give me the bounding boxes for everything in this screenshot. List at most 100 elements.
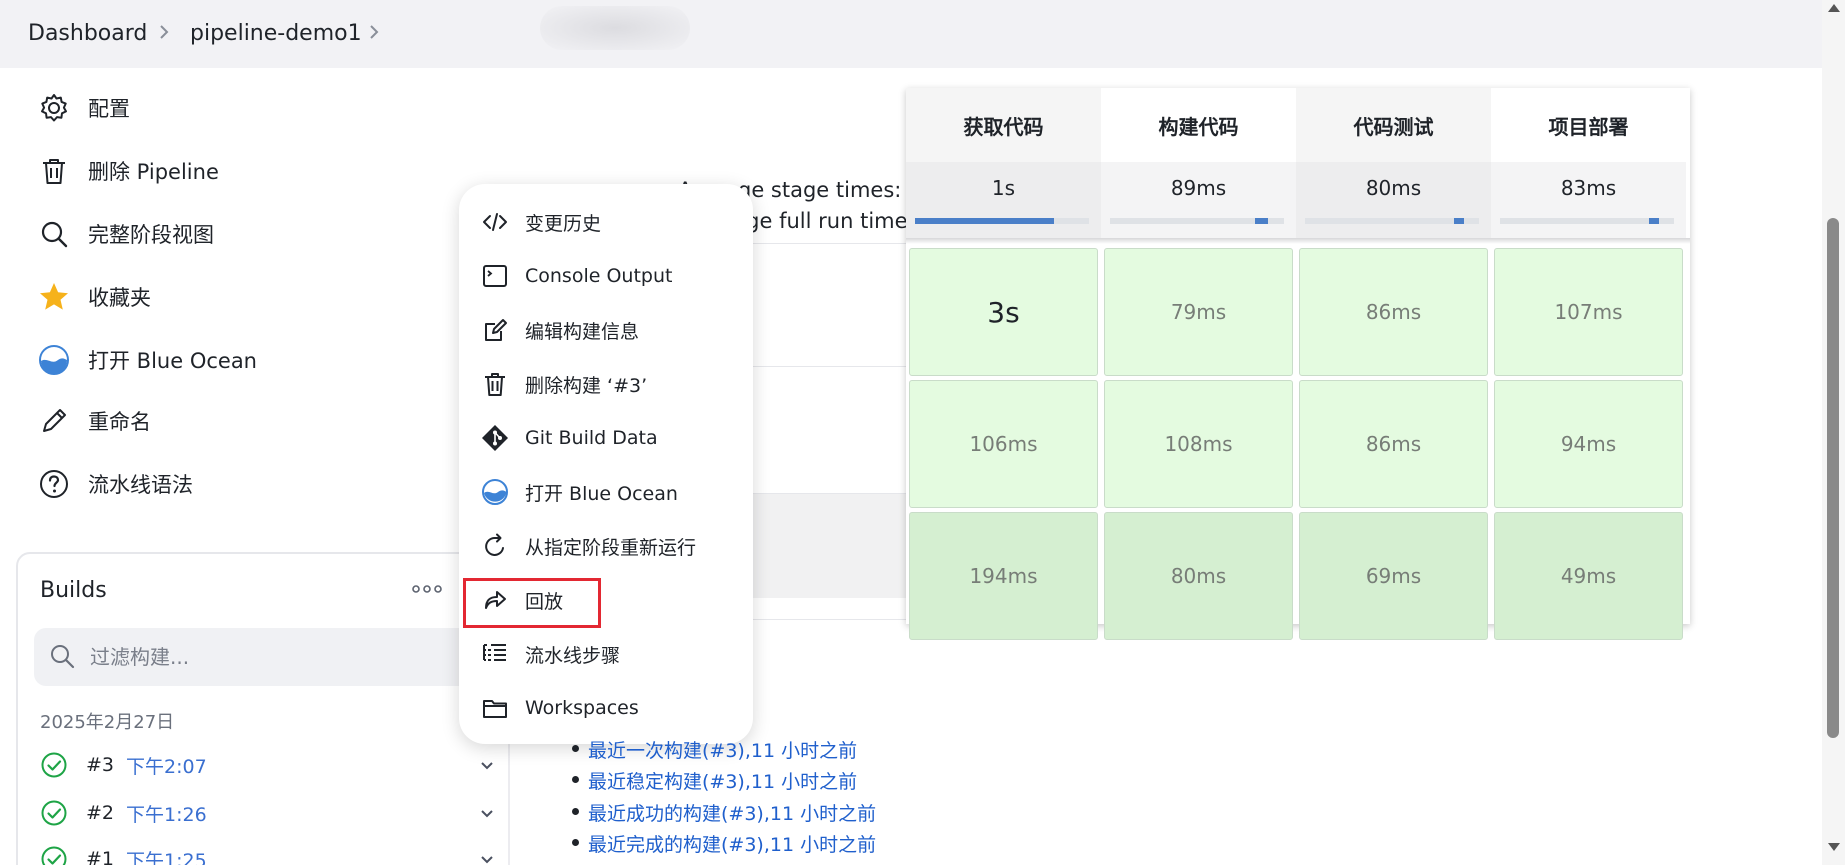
permalink-last-stable-build[interactable]: 最近稳定构建(#3),11 小时之前 — [571, 767, 857, 794]
permalink-last-completed-build[interactable]: 最近完成的构建(#3),11 小时之前 — [571, 830, 876, 857]
stage-duration-cell[interactable]: 194ms — [909, 512, 1098, 640]
build-number[interactable]: #3 — [86, 754, 114, 776]
build-time[interactable]: 下午2:07 — [126, 752, 207, 779]
stage-duration-cell[interactable]: 108ms — [1104, 380, 1293, 508]
stage-average-bar — [1110, 218, 1284, 224]
success-check-icon — [41, 846, 67, 865]
permalink-last-build[interactable]: 最近一次构建(#3),11 小时之前 — [571, 736, 857, 763]
chevron-down-icon[interactable] — [478, 756, 496, 774]
sidebar-item-pipeline-syntax[interactable]: 流水线语法 — [38, 464, 193, 504]
refresh-icon — [485, 533, 504, 556]
stage-duration-cell[interactable]: 86ms — [1299, 248, 1488, 376]
menu-item-restart-from-stage[interactable]: 从指定阶段重新运行 — [481, 526, 737, 566]
menu-item-git-build-data[interactable]: Git Build Data — [481, 418, 737, 458]
sidebar-item-full-stage-view[interactable]: 完整阶段视图 — [38, 214, 214, 254]
scroll-up-arrow-icon[interactable] — [1828, 4, 1840, 12]
success-check-icon — [41, 752, 67, 778]
stage-average: 89ms — [1101, 162, 1296, 242]
chevron-right-icon[interactable] — [368, 22, 380, 42]
stage-header: 获取代码 — [906, 88, 1101, 162]
menu-item-changes[interactable]: 变更历史 — [481, 202, 737, 242]
scroll-thumb[interactable] — [1827, 218, 1839, 738]
stage-header: 项目部署 — [1491, 88, 1686, 162]
menu-item-blue-ocean[interactable]: 打开 Blue Ocean — [481, 472, 737, 512]
sidebar-item-label: 打开 Blue Ocean — [88, 349, 257, 373]
stage-average-time: 1s — [991, 176, 1016, 200]
code-icon — [483, 213, 507, 231]
breadcrumb-dashboard[interactable]: Dashboard — [28, 21, 147, 46]
chevron-down-icon[interactable] — [478, 850, 496, 865]
trash-icon — [43, 159, 65, 184]
sidebar-item-delete-pipeline[interactable]: 删除 Pipeline — [38, 151, 219, 191]
menu-item-workspaces[interactable]: Workspaces — [481, 688, 737, 728]
sidebar-item-rename[interactable]: 重命名 — [38, 401, 151, 441]
sidebar-item-favorite[interactable]: 收藏夹 — [38, 277, 151, 317]
terminal-icon — [483, 265, 507, 287]
stage-duration-cell[interactable]: 107ms — [1494, 248, 1683, 376]
blurred-area — [540, 6, 690, 50]
menu-item-label: Console Output — [525, 265, 673, 287]
edit-icon — [485, 319, 507, 341]
more-options-icon[interactable] — [410, 582, 444, 596]
breadcrumb-pipeline[interactable]: pipeline-demo1 — [190, 21, 362, 46]
success-check-icon — [41, 800, 67, 826]
sidebar-item-label: 流水线语法 — [88, 473, 193, 497]
scroll-down-arrow-icon[interactable] — [1828, 843, 1840, 851]
build-time[interactable]: 下午1:26 — [126, 800, 207, 827]
stage-duration-cell[interactable]: 106ms — [909, 380, 1098, 508]
sidebar-item-label: 完整阶段视图 — [88, 223, 214, 247]
build-number[interactable]: #1 — [86, 848, 114, 865]
build-number[interactable]: #2 — [86, 802, 114, 824]
menu-item-console-output[interactable]: Console Output — [481, 256, 737, 296]
builds-title: Builds — [40, 578, 107, 603]
builds-panel: Builds 2025年2月27日 #3 下午2:07 #2 下午1:26 — [16, 552, 510, 865]
build-context-menu: 变更历史 Console Output 编辑构建信息 删除构建 ‘#3’ Git… — [459, 184, 753, 744]
builds-filter-input[interactable] — [90, 642, 410, 672]
stage-duration-cell[interactable]: 79ms — [1104, 248, 1293, 376]
stage-average-time: 89ms — [1170, 176, 1227, 200]
stage-duration-cell[interactable]: 80ms — [1104, 512, 1293, 640]
menu-item-edit-build-info[interactable]: 编辑构建信息 — [481, 310, 737, 350]
stage-average-bar — [1305, 218, 1479, 224]
builds-filter[interactable] — [34, 628, 490, 686]
stage-header: 代码测试 — [1296, 88, 1491, 162]
stage-duration-cell[interactable]: 49ms — [1494, 512, 1683, 640]
stage-duration-cell[interactable]: 86ms — [1299, 380, 1488, 508]
stage-view-table: 获取代码 构建代码 代码测试 项目部署 1s 89ms 80ms 83ms 3s… — [906, 88, 1690, 640]
menu-item-pipeline-steps[interactable]: 流水线步骤 — [481, 634, 737, 674]
stage-average-bar — [915, 218, 1089, 224]
pencil-icon — [43, 409, 66, 432]
stage-duration-cell[interactable]: 69ms — [1299, 512, 1488, 640]
permalink-last-successful-build[interactable]: 最近成功的构建(#3),11 小时之前 — [571, 799, 876, 826]
build-time[interactable]: 下午1:25 — [126, 846, 207, 865]
stage-average-time: 80ms — [1365, 176, 1422, 200]
blue-ocean-icon — [482, 479, 508, 505]
menu-item-label: Workspaces — [525, 697, 639, 719]
stage-average: 1s — [906, 162, 1101, 242]
breadcrumb-bar: Dashboard pipeline-demo1 — [0, 0, 1822, 68]
chevron-down-icon[interactable] — [478, 804, 496, 822]
help-circle-icon — [40, 470, 68, 498]
sidebar-item-blue-ocean[interactable]: 打开 Blue Ocean — [38, 340, 257, 380]
stage-average-time: 83ms — [1560, 176, 1617, 200]
menu-item-label: 从指定阶段重新运行 — [525, 536, 697, 559]
blue-ocean-icon — [39, 345, 69, 375]
menu-item-label: 变更历史 — [525, 212, 602, 235]
menu-item-label: Git Build Data — [525, 427, 658, 449]
stage-average: 80ms — [1296, 162, 1491, 242]
page-scrollbar[interactable] — [1822, 0, 1845, 865]
sidebar-item-configure[interactable]: 配置 — [38, 88, 130, 128]
sidebar-item-label: 删除 Pipeline — [88, 160, 219, 184]
stage-duration-cell[interactable]: 94ms — [1494, 380, 1683, 508]
menu-item-delete-build[interactable]: 删除构建 ‘#3’ — [481, 364, 737, 404]
star-icon — [40, 283, 68, 310]
trash-icon — [485, 373, 505, 396]
chevron-right-icon — [160, 25, 169, 39]
build-row[interactable]: #1 下午1:25 — [40, 844, 493, 865]
menu-item-label: 流水线步骤 — [525, 644, 621, 667]
sidebar-item-label: 配置 — [88, 97, 130, 121]
build-row[interactable]: #3 下午2:07 — [40, 750, 493, 780]
build-row[interactable]: #2 下午1:26 — [40, 798, 493, 828]
stage-duration-cell[interactable]: 3s — [909, 248, 1098, 376]
sidebar-item-label: 重命名 — [88, 410, 151, 434]
